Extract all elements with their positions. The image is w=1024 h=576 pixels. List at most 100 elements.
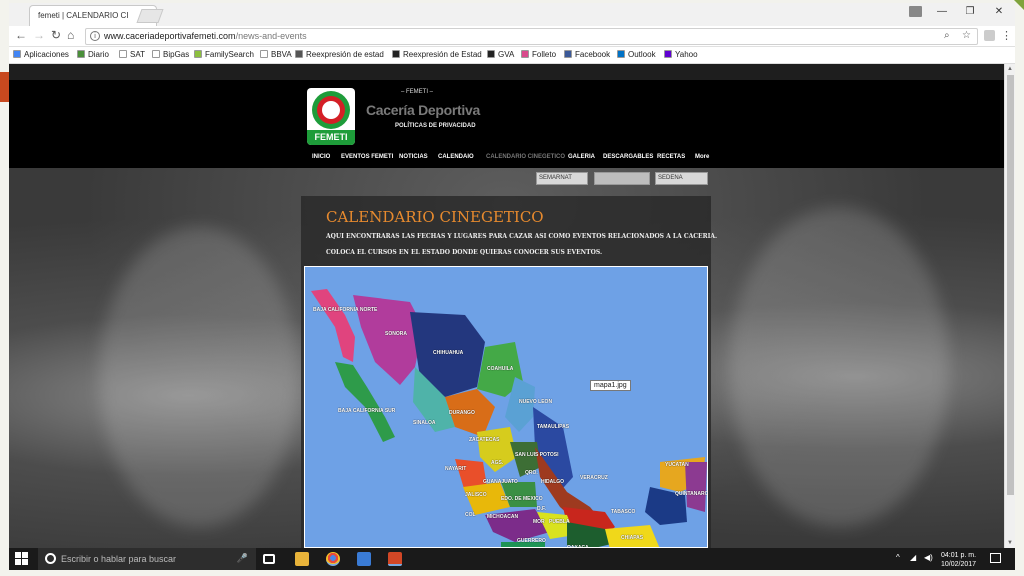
calendar-panel: CALENDARIO CINEGETICO AQUI ENCONTRARAS L… <box>301 196 717 548</box>
scroll-up-arrow-icon[interactable]: ▲ <box>1007 66 1013 72</box>
nav-inicio[interactable]: INICIO <box>312 154 330 160</box>
map-state-label[interactable]: JALISCO <box>465 492 487 498</box>
bookmark-star-icon[interactable]: ☆ <box>962 30 971 41</box>
sponsor-sedena[interactable]: SEDENA <box>655 172 708 185</box>
cortana-icon[interactable] <box>45 553 56 564</box>
map-state-label[interactable]: TAMAULIPAS <box>537 424 569 430</box>
page-icon <box>119 50 127 58</box>
nav-noticias[interactable]: NOTICIAS <box>399 154 428 160</box>
map-state-label[interactable]: SAN LUIS POTOSI <box>515 452 559 458</box>
nav-recetas[interactable]: RECETAS <box>657 154 685 160</box>
map-state-label[interactable]: TABASCO <box>611 509 635 515</box>
windows-start-icon[interactable] <box>15 552 29 566</box>
map-state-label[interactable]: NUEVO LEON <box>519 399 552 405</box>
file-explorer-icon[interactable] <box>295 552 309 566</box>
map-state-label[interactable]: QRO. <box>525 470 538 476</box>
map-state-label[interactable]: QUINTANAROO <box>675 491 707 497</box>
map-state-label[interactable]: COAHUILA <box>487 366 513 372</box>
map-state-label[interactable]: COL <box>465 512 476 518</box>
bookmark-diario[interactable]: Diario <box>77 50 109 59</box>
bookmark-folleto[interactable]: Folleto <box>521 50 556 59</box>
close-window-button[interactable]: ✕ <box>984 6 1014 17</box>
task-view-icon[interactable] <box>263 554 275 564</box>
minimize-button[interactable]: — <box>927 6 957 17</box>
yahoo-icon <box>664 50 672 58</box>
taskbar-search-box[interactable]: Escribir o hablar para buscar 🎤 <box>38 548 256 570</box>
scroll-thumb[interactable] <box>1007 75 1014 495</box>
bookmark-outlook[interactable]: Outlook <box>617 50 656 59</box>
bookmark-reexpresi-n-de-estad[interactable]: Reexpresión de estad <box>295 50 384 59</box>
map-state-label[interactable]: BAJA CALIFORNIA SUR <box>338 408 395 414</box>
map-state-label[interactable]: CHIAPAS <box>621 535 643 541</box>
map-state-label[interactable]: MICHOACAN <box>487 514 518 520</box>
map-state-label[interactable]: SINALOA <box>413 420 436 426</box>
map-state-label[interactable]: SONORA <box>385 331 407 337</box>
logo-text: FEMETI <box>307 130 355 145</box>
bookmark-bipgas[interactable]: BipGas <box>152 50 189 59</box>
taskbar-clock[interactable]: 04:01 p. m. 10/02/2017 <box>941 551 976 569</box>
network-icon[interactable]: ◢ <box>910 553 916 562</box>
page-scrollbar[interactable]: ▲ ▼ <box>1004 64 1015 548</box>
menu-dots-icon[interactable]: ⋮ <box>1001 29 1012 42</box>
notifications-icon[interactable] <box>990 553 1001 563</box>
bookmark-facebook[interactable]: Facebook <box>564 50 610 59</box>
mk-icon <box>521 50 529 58</box>
map-state-label[interactable]: GUANAJUATO <box>483 479 518 485</box>
volume-icon[interactable]: ◀) <box>924 553 933 562</box>
page-icon <box>260 50 268 58</box>
chrome-icon[interactable] <box>326 552 340 566</box>
extension-icon[interactable] <box>984 30 995 41</box>
forward-arrow-icon[interactable]: → <box>33 28 45 42</box>
back-arrow-icon[interactable]: ← <box>15 28 27 42</box>
powerpoint-icon[interactable] <box>388 552 402 566</box>
new-tab-button[interactable] <box>136 9 164 23</box>
map-state-label[interactable]: GUERRERO <box>517 538 546 544</box>
profile-icon[interactable] <box>909 6 922 17</box>
search-icon[interactable]: ⌕ <box>944 30 950 41</box>
site-info-icon[interactable]: i <box>90 31 100 41</box>
restore-button[interactable]: ❐ <box>955 6 985 17</box>
address-bar[interactable]: i www.caceriadeportivafemeti.com/news-an… <box>85 28 978 45</box>
microphone-icon[interactable]: 🎤 <box>237 553 248 564</box>
sponsor-semarnat[interactable]: SEMARNAT <box>536 172 588 185</box>
nav-descargables[interactable]: DESCARGABLES <box>603 154 653 160</box>
site-name[interactable]: Cacería Deportiva <box>366 102 480 118</box>
map-state-label[interactable]: CHIHUAHUA <box>433 350 463 356</box>
bookmark-familysearch[interactable]: FamilySearch <box>194 50 254 59</box>
map-state-label[interactable]: ZACATECAS <box>469 437 499 443</box>
map-state-label[interactable]: DURANGO <box>449 410 475 416</box>
bookmark-aplicaciones[interactable]: Aplicaciones <box>13 50 69 59</box>
media-player-icon[interactable] <box>357 552 371 566</box>
map-state-label[interactable]: PUEBLA <box>549 519 570 525</box>
tray-up-arrow-icon[interactable]: ^ <box>896 553 900 562</box>
nav-calendario[interactable]: CALENDAIO <box>438 154 474 160</box>
url-host: www.caceriadeportivafemeti.com <box>104 31 236 41</box>
nav-calendario-cinegetico[interactable]: CALENDARIO CINEGETICO <box>486 154 565 160</box>
map-state-label[interactable]: AGS. <box>491 460 503 466</box>
bookmark-label: BipGas <box>163 50 190 59</box>
map-state-label[interactable]: YUCATAN <box>665 462 689 468</box>
map-state-label[interactable]: BAJA CALIFORNIA NORTE <box>313 307 377 313</box>
bookmark-gva[interactable]: GVA <box>487 50 514 59</box>
nav-eventos-femeti[interactable]: EVENTOS FEMETI <box>341 154 393 160</box>
femeti-logo[interactable]: FEMETI <box>307 88 355 145</box>
map-state-label[interactable]: VERACRUZ <box>580 475 608 481</box>
privacy-link[interactable]: POLÍTICAS DE PRIVACIDAD <box>395 123 476 129</box>
scroll-down-arrow-icon[interactable]: ▼ <box>1007 540 1013 546</box>
nav-more[interactable]: More <box>695 154 709 160</box>
title-bar: femeti | CALENDARIO CI × — ❐ ✕ <box>9 3 1015 26</box>
bookmark-bbva[interactable]: BBVA <box>260 50 292 59</box>
map-state-label[interactable]: NAYARIT <box>445 466 466 472</box>
home-icon[interactable]: ⌂ <box>67 28 74 42</box>
bookmark-yahoo[interactable]: Yahoo <box>664 50 698 59</box>
mexico-states-map[interactable]: BAJA CALIFORNIA NORTE SONORA CHIHUAHUA COAH… <box>304 266 708 548</box>
bookmark-sat[interactable]: SAT <box>119 50 145 59</box>
map-state-label[interactable]: HIDALGO <box>541 479 564 485</box>
bookmark-reexpresi-n-de-estad[interactable]: Reexpresión de Estad <box>392 50 482 59</box>
reload-icon[interactable]: ↻ <box>51 28 61 42</box>
map-state-label[interactable]: EDO. DE MEXICO <box>501 496 543 502</box>
sponsor-logo-2[interactable] <box>594 172 650 185</box>
map-state-label[interactable]: MOR <box>533 519 545 525</box>
nav-galeria[interactable]: GALERIA <box>568 154 595 160</box>
map-state-label[interactable]: D.F. <box>537 506 546 512</box>
